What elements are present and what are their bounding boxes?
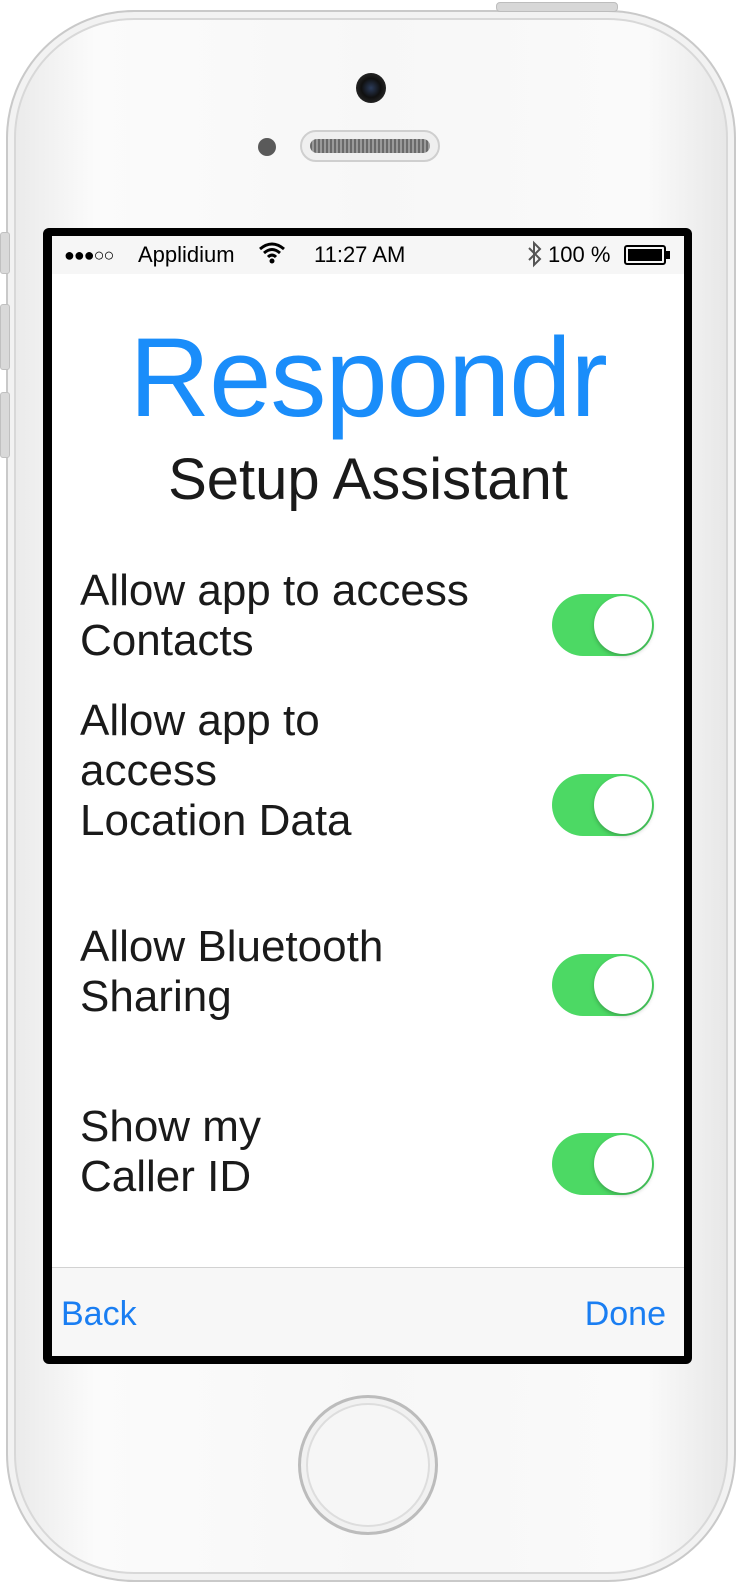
mute-switch (0, 232, 10, 274)
back-button[interactable]: Back (61, 1294, 137, 1334)
carrier-name: Applidium (138, 242, 235, 267)
page-subtitle: Setup Assistant (168, 447, 568, 512)
volume-up-button (0, 304, 10, 370)
bottom-toolbar: Back Done (52, 1267, 684, 1356)
toggle-knob (594, 956, 652, 1014)
setting-label-bluetooth: Allow Bluetooth Sharing (80, 922, 384, 1021)
battery-percentage: 100 % (548, 242, 611, 267)
screen: ●●●○○ Applidium 11:27 AM 100 % Respondr … (52, 236, 684, 1356)
status-bar: ●●●○○ Applidium 11:27 AM 100 % (52, 236, 684, 274)
front-camera (356, 73, 386, 103)
earpiece-speaker (300, 130, 440, 162)
toggle-contacts[interactable] (552, 594, 654, 656)
battery-icon (624, 245, 670, 265)
toggle-knob (594, 1135, 652, 1193)
setting-label-contacts: Allow app to access Contacts (80, 566, 469, 665)
proximity-sensor (258, 138, 276, 156)
signal-strength-icon: ●●●○○ (64, 245, 114, 265)
toggle-caller-id[interactable] (552, 1133, 654, 1195)
clock: 11:27 AM (314, 242, 406, 267)
bluetooth-icon (526, 240, 544, 274)
setting-label-caller-id: Show my Caller ID (80, 1102, 261, 1201)
volume-down-button (0, 392, 10, 458)
done-button[interactable]: Done (585, 1294, 666, 1334)
power-button (496, 2, 618, 12)
toggle-bluetooth[interactable] (552, 954, 654, 1016)
app-title: Respondr (129, 315, 608, 440)
home-button[interactable] (298, 1395, 438, 1535)
setting-label-location: Allow app to access Location Data (80, 696, 352, 845)
toggle-location[interactable] (552, 774, 654, 836)
toggle-knob (594, 596, 652, 654)
wifi-icon (258, 240, 286, 272)
toggle-knob (594, 776, 652, 834)
